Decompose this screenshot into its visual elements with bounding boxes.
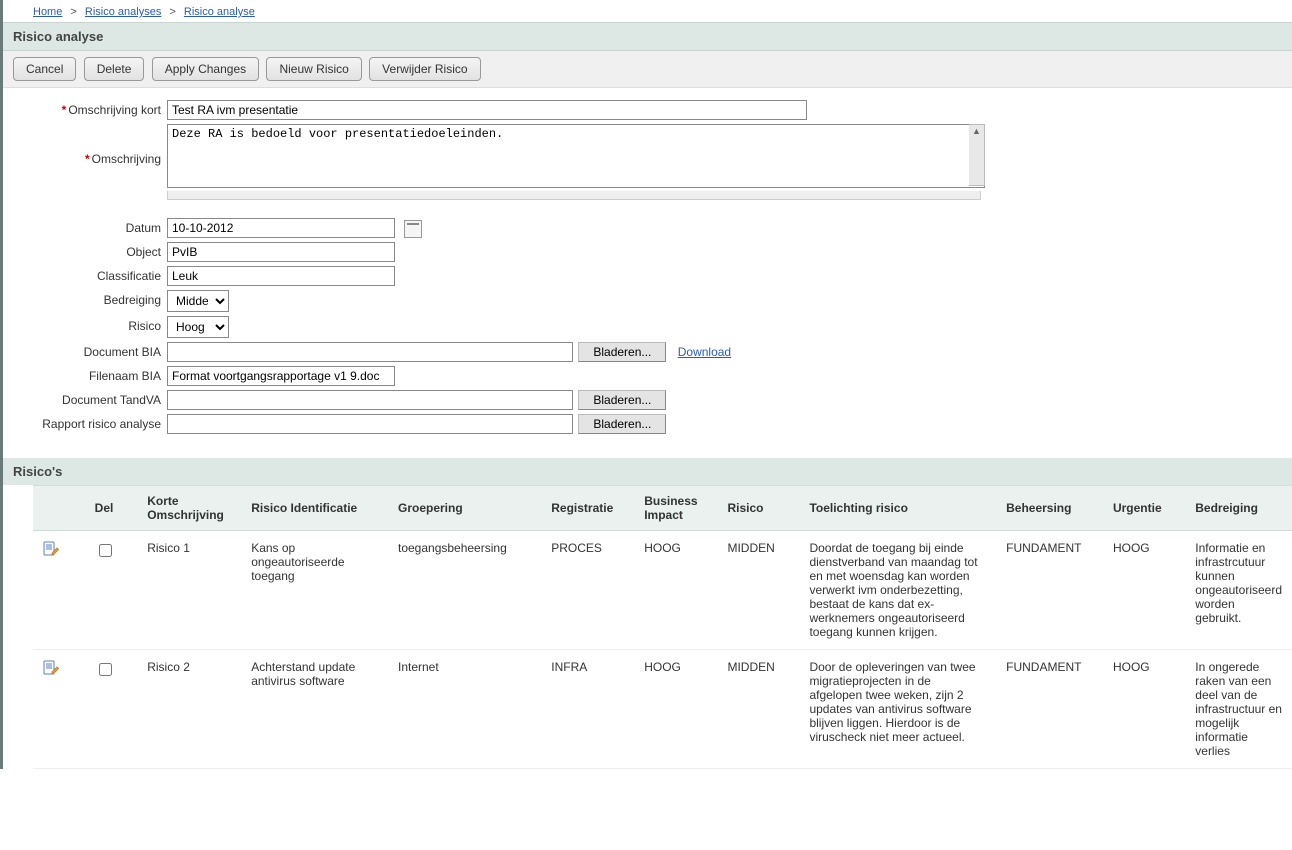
cell-ident: Achterstand update antivirus software (241, 650, 388, 769)
col-ident: Risico Identificatie (241, 486, 388, 531)
cell-urgentie: HOOG (1103, 531, 1185, 650)
classificatie-input[interactable] (167, 266, 395, 286)
download-link[interactable]: Download (678, 345, 731, 359)
label-omschrijving-kort: Omschrijving kort (68, 103, 161, 117)
cell-beheersing: FUNDAMENT (996, 531, 1103, 650)
cell-urgentie: HOOG (1103, 650, 1185, 769)
col-bedreiging: Bedreiging (1185, 486, 1292, 531)
cell-toelichting: Door de opleveringen van twee migratiepr… (799, 650, 996, 769)
cell-groep: toegangsbeheersing (388, 531, 541, 650)
row-delete-checkbox[interactable] (99, 544, 112, 557)
label-risico: Risico (13, 316, 167, 333)
cell-korte: Risico 1 (137, 531, 241, 650)
cell-risico: MIDDEN (717, 650, 799, 769)
required-marker: * (85, 152, 90, 166)
filenaam-bia-input[interactable] (167, 366, 395, 386)
datum-input[interactable] (167, 218, 395, 238)
apply-changes-button[interactable]: Apply Changes (152, 57, 259, 81)
object-input[interactable] (167, 242, 395, 262)
browse-button-rapport[interactable]: Bladeren... (578, 414, 666, 434)
cell-bedreiging: Informatie en infrastrcutuur kunnen onge… (1185, 531, 1292, 650)
cell-reg: INFRA (541, 650, 634, 769)
cell-beheersing: FUNDAMENT (996, 650, 1103, 769)
edit-icon[interactable] (43, 660, 59, 678)
cell-korte: Risico 2 (137, 650, 241, 769)
form-area: *Omschrijving kort *Omschrijving Deze RA… (3, 88, 1292, 452)
label-classificatie: Classificatie (13, 266, 167, 283)
verwijder-risico-button[interactable]: Verwijder Risico (369, 57, 480, 81)
label-filenaam-bia: Filenaam BIA (13, 366, 167, 383)
cell-groep: Internet (388, 650, 541, 769)
cell-toelichting: Doordat de toegang bij einde dienstverba… (799, 531, 996, 650)
delete-button[interactable]: Delete (84, 57, 145, 81)
label-omschrijving: Omschrijving (92, 152, 161, 166)
col-toelichting: Toelichting risico (799, 486, 996, 531)
col-reg: Registratie (541, 486, 634, 531)
rapport-input[interactable] (167, 414, 573, 434)
toolbar: Cancel Delete Apply Changes Nieuw Risico… (3, 51, 1292, 88)
page-title: Risico analyse (3, 22, 1292, 51)
col-del: Del (85, 486, 138, 531)
risico-select[interactable]: Hoog (167, 316, 229, 338)
label-datum: Datum (13, 218, 167, 235)
risicos-section-title: Risico's (3, 458, 1292, 485)
row-delete-checkbox[interactable] (99, 663, 112, 676)
document-tandva-input[interactable] (167, 390, 573, 410)
new-risico-button[interactable]: Nieuw Risico (266, 57, 361, 81)
breadcrumb: Home > Risico analyses > Risico analyse (3, 0, 1292, 22)
label-object: Object (13, 242, 167, 259)
label-document-bia: Document BIA (13, 342, 167, 359)
table-row: Risico 2Achterstand update antivirus sof… (33, 650, 1292, 769)
col-urgentie: Urgentie (1103, 486, 1185, 531)
table-row: Risico 1Kans op ongeautoriseerde toegang… (33, 531, 1292, 650)
col-bi: Business Impact (634, 486, 717, 531)
col-risico: Risico (717, 486, 799, 531)
breadcrumb-home[interactable]: Home (33, 6, 62, 18)
col-korte: Korte Omschrijving (137, 486, 241, 531)
cell-bi: HOOG (634, 531, 717, 650)
cell-ident: Kans op ongeautoriseerde toegang (241, 531, 388, 650)
breadcrumb-level1[interactable]: Risico analyses (85, 6, 161, 18)
col-beheersing: Beheersing (996, 486, 1103, 531)
breadcrumb-level2[interactable]: Risico analyse (184, 6, 255, 18)
cell-bedreiging: In ongerede raken van een deel van de in… (1185, 650, 1292, 769)
required-marker: * (62, 103, 67, 117)
omschrijving-textarea[interactable]: Deze RA is bedoeld voor presentatiedoele… (167, 124, 985, 188)
label-rapport: Rapport risico analyse (13, 414, 167, 431)
resize-handle[interactable] (167, 191, 981, 200)
breadcrumb-sep: > (169, 6, 175, 18)
label-document-tandva: Document TandVA (13, 390, 167, 407)
scrollbar[interactable] (969, 124, 985, 186)
document-bia-input[interactable] (167, 342, 573, 362)
browse-button-bia[interactable]: Bladeren... (578, 342, 666, 362)
label-bedreiging: Bedreiging (13, 290, 167, 307)
bedreiging-select[interactable]: Midden (167, 290, 229, 312)
cancel-button[interactable]: Cancel (13, 57, 76, 81)
risicos-table: Del Korte Omschrijving Risico Identifica… (33, 485, 1292, 769)
cell-bi: HOOG (634, 650, 717, 769)
col-groep: Groepering (388, 486, 541, 531)
breadcrumb-sep: > (70, 6, 76, 18)
edit-icon[interactable] (43, 541, 59, 559)
cell-reg: PROCES (541, 531, 634, 650)
cell-risico: MIDDEN (717, 531, 799, 650)
browse-button-tandva[interactable]: Bladeren... (578, 390, 666, 410)
calendar-icon[interactable] (404, 220, 422, 238)
omschrijving-kort-input[interactable] (167, 100, 807, 120)
